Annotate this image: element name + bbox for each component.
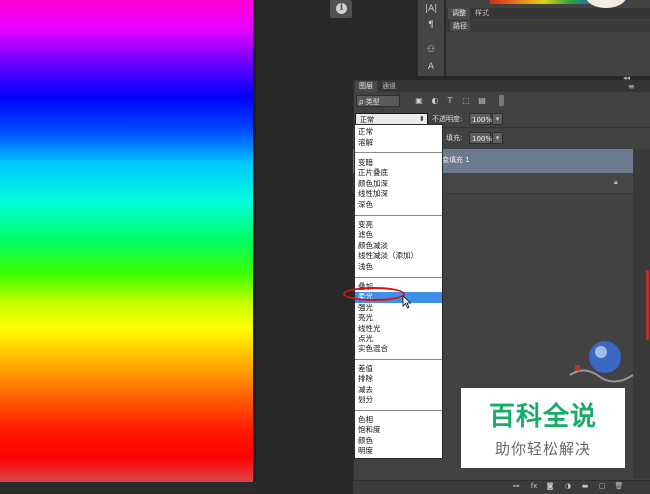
blend-option[interactable]: 溶解: [355, 138, 442, 148]
fill-input[interactable]: 100%: [469, 132, 492, 144]
fill-slider-button[interactable]: ▾: [492, 132, 503, 144]
smart-object-filter-icon[interactable]: ▤: [477, 96, 487, 106]
menu-separator: [355, 277, 442, 278]
blend-option[interactable]: 明度: [355, 446, 442, 456]
watermark-subtitle: 助你轻松解决: [494, 440, 591, 458]
blend-option[interactable]: 滤色: [355, 230, 442, 240]
pixel-filter-icon[interactable]: ▣: [414, 96, 424, 106]
tab-layers[interactable]: 图层: [355, 81, 377, 92]
blend-option[interactable]: 强光: [355, 303, 442, 313]
menu-separator: [355, 359, 442, 360]
blend-option[interactable]: 差值: [355, 364, 442, 374]
blend-option[interactable]: 颜色: [355, 436, 442, 446]
character-panel-icon[interactable]: |A|: [425, 4, 437, 15]
lock-icon: 🔒︎: [614, 178, 618, 186]
opacity-slider-button[interactable]: ▾: [492, 113, 503, 125]
blend-option[interactable]: 正片叠底: [355, 168, 442, 178]
blend-option[interactable]: 颜色加深: [355, 179, 442, 189]
trash-icon[interactable]: 🗑︎: [614, 482, 624, 491]
info-icon[interactable]: i: [336, 3, 347, 14]
paths-bar: [446, 20, 650, 32]
menu-separator: [355, 215, 442, 216]
blend-option[interactable]: 变亮: [355, 220, 442, 230]
type-filter-icon[interactable]: T: [445, 96, 455, 106]
annotation-oval: [343, 287, 405, 301]
blend-option[interactable]: 浅色: [355, 262, 442, 272]
red-edge-mark: [646, 270, 649, 340]
canvas-edge: [253, 0, 256, 482]
filter-toggle[interactable]: [499, 95, 504, 106]
blend-option[interactable]: 线性光: [355, 324, 442, 334]
canvas-gradient[interactable]: [0, 0, 253, 482]
blend-option[interactable]: 正常: [355, 127, 442, 137]
blend-option[interactable]: 色相: [355, 415, 442, 425]
tab-paths[interactable]: 路径: [450, 21, 470, 31]
blend-option[interactable]: 排除: [355, 374, 442, 384]
paragraph-panel-icon[interactable]: ¶: [425, 20, 437, 31]
cursor-icon: [402, 295, 412, 309]
watermark-title: 百科全说: [488, 402, 597, 432]
canvas-bottom-area: [0, 482, 256, 493]
blend-option[interactable]: 实色混合: [355, 344, 442, 354]
folder-icon[interactable]: ▬: [580, 482, 590, 491]
blend-option[interactable]: 颜色减淡: [355, 241, 442, 251]
link-icon[interactable]: ⊶: [511, 482, 521, 491]
adjustment-icon[interactable]: ◑: [563, 482, 573, 491]
blend-option[interactable]: 减去: [355, 385, 442, 395]
collapse-icon[interactable]: ◂◂: [623, 74, 630, 82]
new-layer-icon[interactable]: ▢: [597, 482, 607, 491]
blend-option[interactable]: 饱和度: [355, 425, 442, 435]
tab-adjustments[interactable]: 调整: [448, 8, 470, 19]
blend-option[interactable]: 亮光: [355, 313, 442, 323]
watermark-art: [569, 341, 634, 383]
adjustment-filter-icon[interactable]: ◐: [430, 96, 440, 106]
blend-option[interactable]: 深色: [355, 200, 442, 210]
blend-option[interactable]: 线性加深: [355, 189, 442, 199]
menu-separator: [355, 410, 442, 411]
fx-icon[interactable]: fx: [529, 482, 539, 491]
tab-styles[interactable]: 样式: [471, 8, 493, 19]
blend-option[interactable]: 变暗: [355, 158, 442, 168]
menu-separator: [355, 152, 442, 153]
shape-filter-icon[interactable]: ⬚: [461, 96, 471, 106]
fill-label: 填充:: [446, 134, 463, 142]
blend-option[interactable]: 点光: [355, 334, 442, 344]
blend-option[interactable]: 划分: [355, 395, 442, 405]
opacity-input[interactable]: 100%: [469, 113, 492, 125]
panel-menu-icon[interactable]: ≡: [628, 82, 635, 91]
kind-filter-select[interactable]: ρ 类型: [356, 95, 400, 107]
type-tool-icon[interactable]: A: [425, 62, 437, 73]
tab-channels[interactable]: 通道: [378, 81, 400, 92]
clone-source-icon[interactable]: ⚇: [425, 45, 437, 56]
mask-icon[interactable]: ◙: [545, 482, 555, 491]
layer-name[interactable]: 变填充 1: [442, 155, 470, 166]
blend-option[interactable]: 线性减淡（添加）: [355, 251, 442, 261]
